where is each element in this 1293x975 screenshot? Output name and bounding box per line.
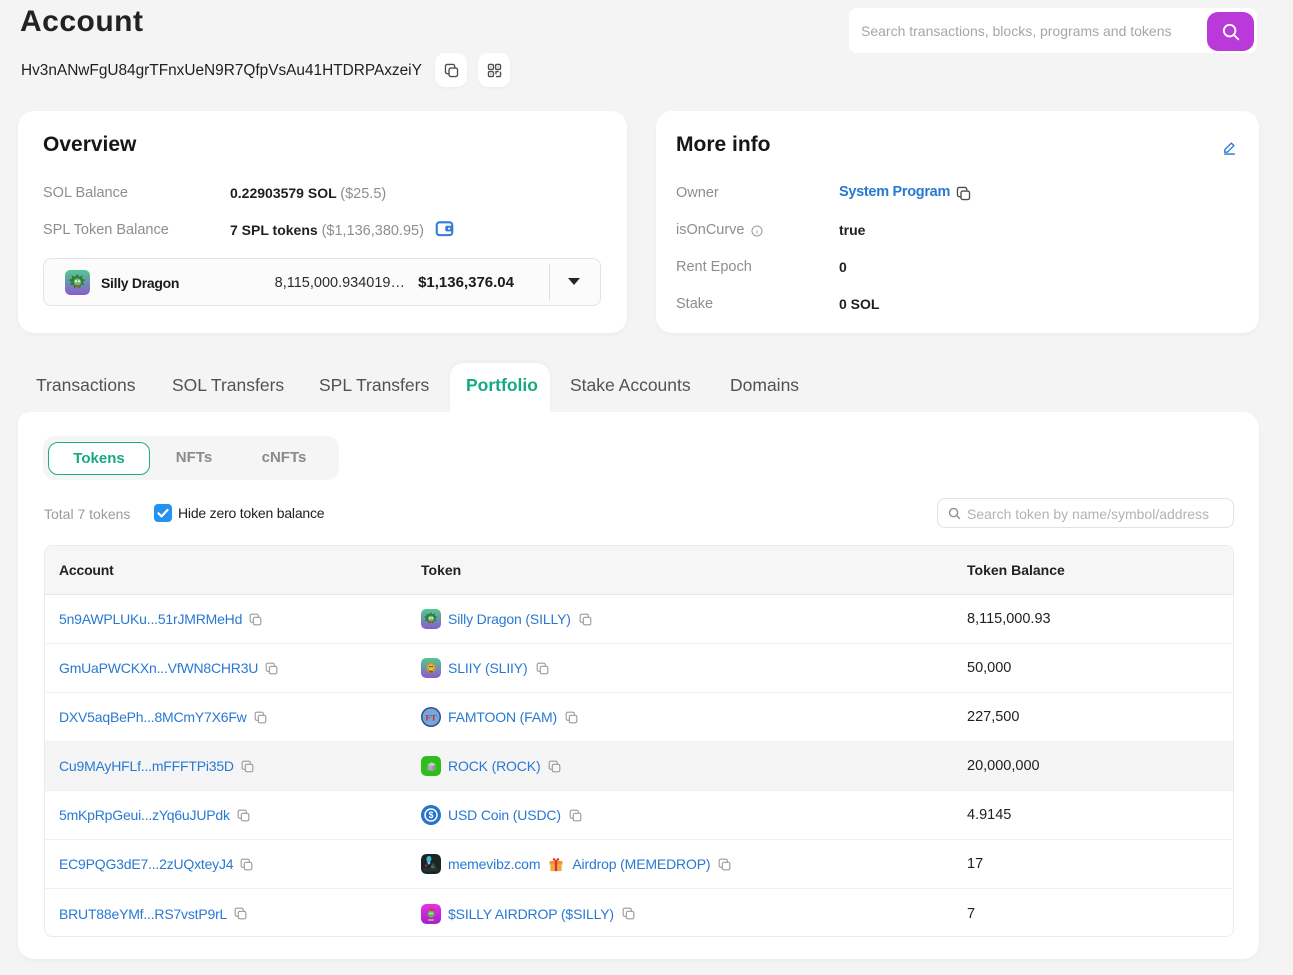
svg-text:FT: FT <box>425 712 436 722</box>
svg-text:$: $ <box>429 810 434 820</box>
